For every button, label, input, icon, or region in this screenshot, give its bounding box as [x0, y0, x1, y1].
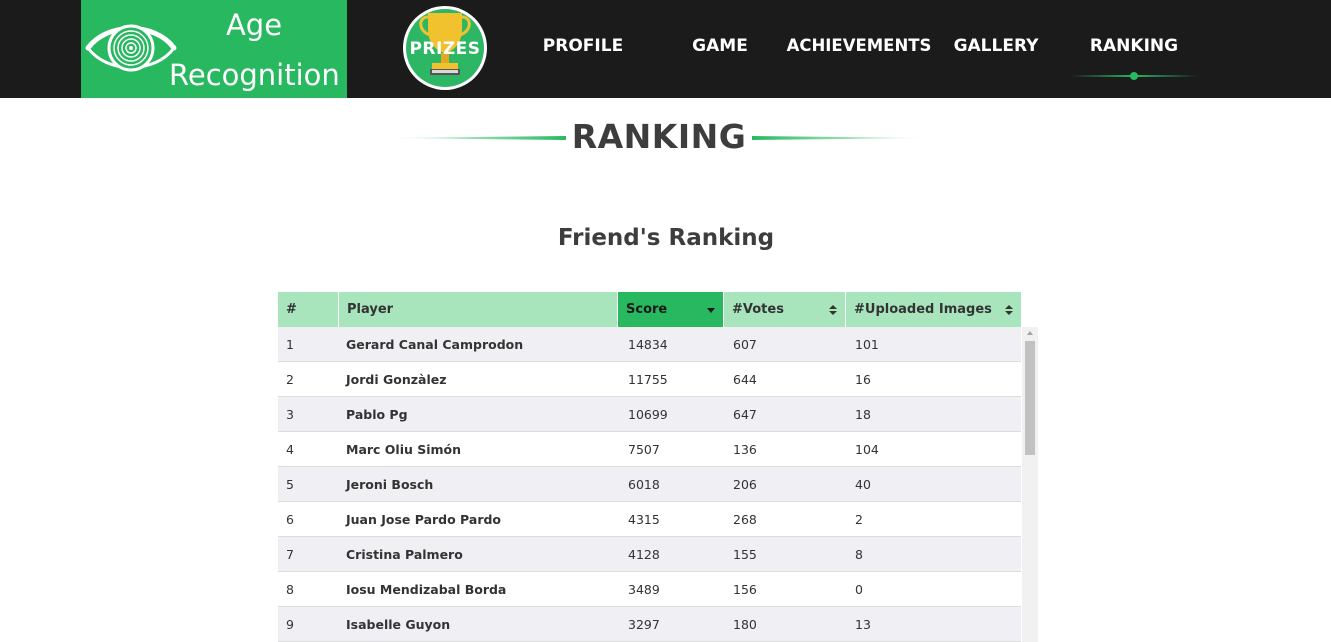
cell-rank: 6 — [286, 512, 294, 527]
cell-player: Jeroni Bosch — [346, 477, 434, 492]
cell-player: Iosu Mendizabal Borda — [346, 582, 507, 597]
column-header-votes[interactable]: #Votes — [724, 292, 846, 327]
cell-score: 7507 — [628, 442, 660, 457]
cell-rank: 2 — [286, 372, 294, 387]
brand-logo[interactable]: Age Recognition — [81, 0, 347, 98]
cell-votes: 647 — [733, 407, 757, 422]
table-row[interactable]: 8 Iosu Mendizabal Borda 3489 156 0 — [278, 572, 1021, 607]
cell-rank: 1 — [286, 337, 294, 352]
column-header-rank[interactable]: # — [278, 292, 339, 327]
cell-votes: 607 — [733, 337, 757, 352]
cell-score: 4315 — [628, 512, 660, 527]
scrollbar-thumb[interactable] — [1025, 341, 1035, 455]
table-header-row: # Player Score #Votes #Uploaded Images — [278, 292, 1021, 327]
cell-player: Marc Oliu Simón — [346, 442, 462, 457]
cell-rank: 7 — [286, 547, 294, 562]
cell-uploaded-images: 8 — [855, 547, 863, 562]
table-row[interactable]: 3 Pablo Pg 10699 647 18 — [278, 397, 1021, 432]
cell-player: Jordi Gonzàlez — [346, 372, 447, 387]
brand-name: Age Recognition — [169, 0, 340, 100]
nav-item-game[interactable]: GAME — [672, 36, 768, 60]
cell-player: Isabelle Guyon — [346, 617, 451, 632]
cell-uploaded-images: 40 — [855, 477, 871, 492]
cell-votes: 180 — [733, 617, 757, 632]
cell-votes: 206 — [733, 477, 757, 492]
column-header-player-label: Player — [347, 302, 394, 317]
sort-both-icon — [1005, 305, 1013, 315]
column-header-votes-label: #Votes — [732, 302, 784, 317]
column-header-player[interactable]: Player — [339, 292, 618, 327]
cell-score: 3297 — [628, 617, 660, 632]
cell-score: 10699 — [628, 407, 668, 422]
prizes-button[interactable]: PRIZES — [403, 6, 487, 90]
table-scrollbar[interactable] — [1022, 327, 1038, 642]
scroll-up-arrow-icon[interactable] — [1022, 327, 1038, 340]
nav-item-ranking[interactable]: RANKING — [1080, 36, 1188, 60]
nav-item-profile[interactable]: PROFILE — [530, 36, 636, 60]
table-row[interactable]: 4 Marc Oliu Simón 7507 136 104 — [278, 432, 1021, 467]
cell-votes: 644 — [733, 372, 757, 387]
table-row[interactable]: 2 Jordi Gonzàlez 11755 644 16 — [278, 362, 1021, 397]
table-row[interactable]: 1 Gerard Canal Camprodon 14834 607 101 — [278, 327, 1021, 362]
cell-rank: 9 — [286, 617, 294, 632]
cell-uploaded-images: 2 — [855, 512, 863, 527]
cell-score: 14834 — [628, 337, 668, 352]
sort-desc-icon — [707, 308, 715, 313]
table-row[interactable]: 6 Juan Jose Pardo Pardo 4315 268 2 — [278, 502, 1021, 537]
brand-name-line1: Age — [225, 8, 283, 42]
cell-rank: 3 — [286, 407, 294, 422]
brand-name-line2: Recognition — [169, 58, 340, 92]
cell-player: Pablo Pg — [346, 407, 408, 422]
cell-uploaded-images: 0 — [855, 582, 863, 597]
prizes-label: PRIZES — [409, 39, 481, 59]
cell-uploaded-images: 101 — [855, 337, 879, 352]
cell-rank: 5 — [286, 477, 294, 492]
sort-both-icon — [829, 305, 837, 315]
table-row[interactable]: 5 Jeroni Bosch 6018 206 40 — [278, 467, 1021, 502]
column-header-score-label: Score — [626, 302, 668, 317]
cell-votes: 156 — [733, 582, 757, 597]
cell-uploaded-images: 13 — [855, 617, 871, 632]
cell-votes: 155 — [733, 547, 757, 562]
eye-logo-icon — [85, 24, 177, 72]
table-row[interactable]: 7 Cristina Palmero 4128 155 8 — [278, 537, 1021, 572]
cell-rank: 8 — [286, 582, 294, 597]
title-decoration-left — [386, 136, 566, 140]
column-header-rank-label: # — [286, 302, 297, 317]
cell-votes: 268 — [733, 512, 757, 527]
cell-player: Juan Jose Pardo Pardo — [346, 512, 502, 527]
active-nav-indicator — [1070, 72, 1198, 80]
page-title: RANKING — [571, 117, 747, 156]
cell-uploaded-images: 104 — [855, 442, 879, 457]
cell-uploaded-images: 16 — [855, 372, 871, 387]
title-decoration-right — [752, 136, 930, 140]
cell-player: Gerard Canal Camprodon — [346, 337, 524, 352]
nav-item-gallery[interactable]: GALLERY — [946, 36, 1046, 60]
cell-rank: 4 — [286, 442, 294, 457]
cell-score: 4128 — [628, 547, 660, 562]
nav-item-achievements[interactable]: ACHIEVEMENTS — [786, 36, 932, 60]
column-header-uploaded-images-label: #Uploaded Images — [854, 302, 992, 317]
prizes-badge-inner: PRIZES — [406, 9, 484, 87]
cell-score: 11755 — [628, 372, 668, 387]
column-header-uploaded-images[interactable]: #Uploaded Images — [846, 292, 1021, 327]
column-header-score[interactable]: Score — [618, 292, 724, 327]
cell-uploaded-images: 18 — [855, 407, 871, 422]
cell-player: Cristina Palmero — [346, 547, 463, 562]
top-navigation-bar: Age Recognition PRIZES PROFILE GAME ACHI… — [0, 0, 1331, 98]
section-subtitle: Friend's Ranking — [557, 225, 775, 251]
cell-score: 3489 — [628, 582, 660, 597]
cell-votes: 136 — [733, 442, 757, 457]
cell-score: 6018 — [628, 477, 660, 492]
table-row[interactable]: 9 Isabelle Guyon 3297 180 13 — [278, 607, 1021, 642]
